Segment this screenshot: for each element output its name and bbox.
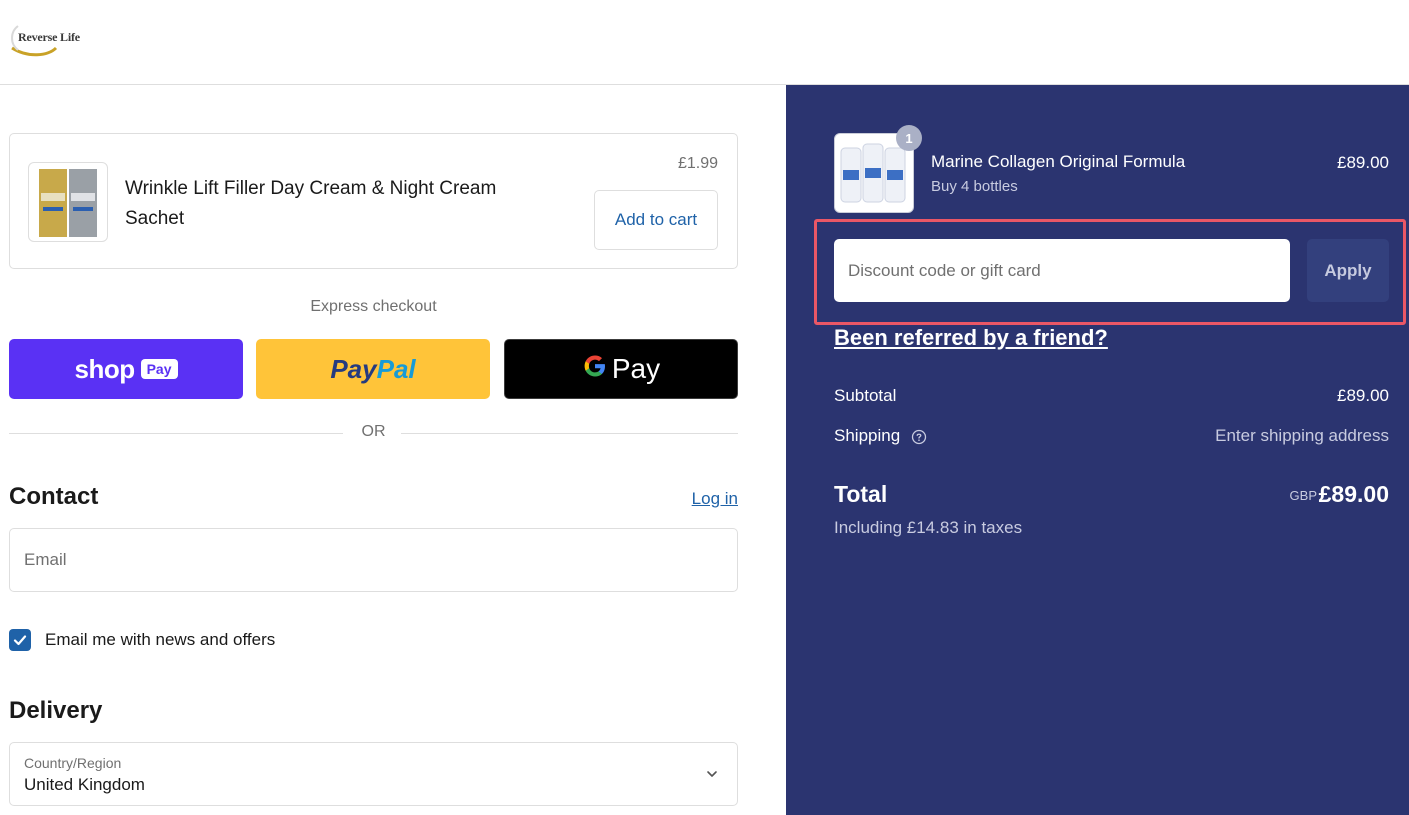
upsell-price: £1.99 (677, 155, 718, 172)
paypal-wordmark-first: Pay (330, 353, 377, 384)
total-label: Total (834, 481, 888, 507)
shop-pay-button[interactable]: shop Pay (9, 339, 243, 399)
total-currency: GBP (1289, 488, 1317, 503)
total-value: £89.00 (1318, 481, 1389, 507)
google-pay-button[interactable]: Pay (504, 339, 738, 399)
country-select[interactable]: Country/Region United Kingdom (9, 742, 738, 806)
or-label: OR (361, 423, 386, 440)
chevron-down-icon (707, 771, 717, 777)
order-summary: 1 Marine Collagen Original Formula Buy 4… (786, 85, 1409, 815)
paypal-wordmark-second: Pal (376, 353, 416, 384)
logo[interactable]: Reverse Life (8, 18, 118, 60)
delivery-heading: Delivery (9, 697, 103, 724)
contact-heading: Contact (9, 483, 99, 510)
paypal-button[interactable]: Pay Pal (256, 339, 490, 399)
or-divider: OR (9, 421, 738, 445)
shop-pay-badge: Pay (140, 359, 178, 379)
quantity-badge: 1 (896, 125, 922, 151)
checkmark-icon (13, 635, 27, 646)
express-payment-buttons: shop Pay Pay Pal Pay (9, 339, 738, 399)
email-field[interactable] (9, 528, 738, 592)
apply-discount-button[interactable]: Apply (1307, 239, 1389, 302)
google-pay-wordmark: Pay (611, 353, 661, 384)
newsletter-label: Email me with news and offers (45, 630, 276, 649)
upsell-title: Wrinkle Lift Filler Day Cream & Night Cr… (125, 178, 497, 229)
subtotal-label: Subtotal (834, 386, 897, 405)
checkout-main: Wrinkle Lift Filler Day Cream & Night Cr… (9, 85, 738, 815)
upsell-card: Wrinkle Lift Filler Day Cream & Night Cr… (9, 133, 738, 269)
upsell-product-image (28, 162, 108, 242)
tax-note: Including £14.83 in taxes (834, 518, 1023, 537)
express-checkout-label: Express checkout (310, 298, 437, 315)
help-circle-icon[interactable] (911, 429, 927, 445)
site-header: Reverse Life (0, 0, 1409, 85)
referral-link[interactable]: Been referred by a friend? (834, 325, 1108, 351)
country-value: United Kingdom (24, 775, 145, 794)
product-variant: Buy 4 bottles (931, 178, 1018, 195)
newsletter-checkbox[interactable] (9, 629, 31, 651)
product-name: Marine Collagen Original Formula (931, 152, 1186, 171)
email-input[interactable] (10, 529, 737, 591)
discount-input[interactable] (834, 239, 1290, 302)
shipping-label: Shipping (834, 426, 901, 445)
discount-field[interactable] (834, 239, 1290, 302)
product-price: £89.00 (1337, 153, 1389, 172)
logo-text: Reverse Life (18, 30, 80, 44)
google-g-icon (582, 353, 608, 386)
add-to-cart-button[interactable]: Add to cart (594, 190, 718, 250)
shipping-value: Enter shipping address (1215, 426, 1389, 445)
shop-pay-wordmark: shop (74, 353, 135, 384)
log-in-link[interactable]: Log in (692, 489, 738, 509)
subtotal-value: £89.00 (1337, 386, 1389, 405)
newsletter-option[interactable]: Email me with news and offers (9, 628, 275, 652)
shipping-row: Shipping (834, 426, 927, 446)
country-label: Country/Region (24, 755, 122, 771)
